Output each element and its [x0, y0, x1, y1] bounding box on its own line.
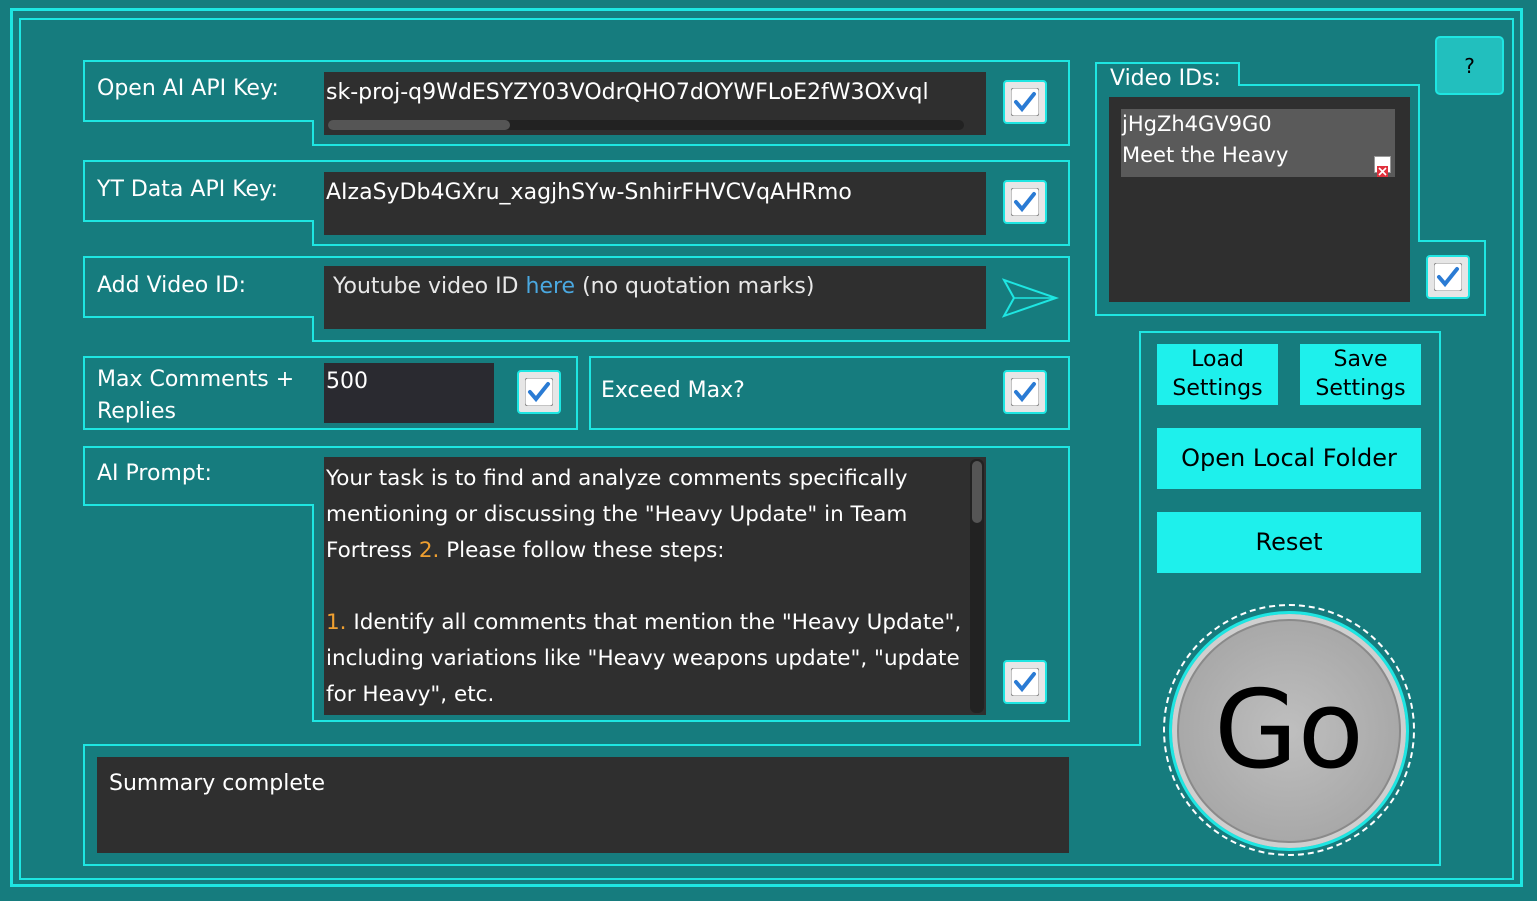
horizontal-scrollbar[interactable] — [328, 120, 964, 130]
add-video-placeholder-tail: (no quotation marks) — [575, 274, 815, 299]
openai-key-value: sk-proj-q9WdESYZY03VOdrQHO7dOYWFLoE2fW3O… — [326, 80, 929, 105]
ai-prompt-textarea[interactable]: Your task is to find and analyze comment… — [324, 457, 986, 715]
video-list-item[interactable]: jHgZh4GV9G0 Meet the Heavy — [1121, 109, 1395, 177]
checkmark-icon — [1011, 188, 1039, 216]
remove-icon — [1377, 166, 1388, 177]
prompt-paragraph: Your task is to find and analyze comment… — [326, 461, 966, 569]
add-video-send-button[interactable] — [1000, 276, 1060, 320]
add-video-label: Add Video ID: — [97, 273, 247, 298]
ai-prompt-checkbox[interactable] — [1003, 660, 1047, 704]
scrollbar-thumb[interactable] — [972, 461, 982, 523]
exceed-max-label: Exceed Max? — [601, 378, 745, 403]
video-id: jHgZh4GV9G0 — [1122, 112, 1272, 136]
go-button[interactable]: Go — [1169, 611, 1409, 851]
checkmark-icon — [1011, 668, 1039, 696]
help-button[interactable]: ? — [1435, 36, 1504, 95]
add-video-input[interactable]: Youtube video ID here (no quotation mark… — [324, 266, 986, 329]
reset-button[interactable]: Reset — [1157, 512, 1421, 573]
save-settings-button[interactable]: Save Settings — [1300, 344, 1421, 405]
prompt-step-number: 1. — [326, 610, 347, 635]
yt-key-input[interactable]: AIzaSyDb4GXru_xagjhSYw-SnhirFHVCVqAHRmo — [324, 172, 986, 235]
openai-key-label: Open AI API Key: — [97, 76, 279, 101]
checkmark-icon — [1434, 263, 1462, 291]
prompt-text-tail: Please follow these steps: — [439, 538, 725, 563]
checkmark-icon — [525, 378, 553, 406]
load-settings-button[interactable]: Load Settings — [1157, 344, 1278, 405]
ai-prompt-label: AI Prompt: — [97, 461, 212, 486]
openai-key-checkbox[interactable] — [1003, 80, 1047, 124]
yt-key-label: YT Data API Key: — [97, 177, 278, 202]
video-ids-label: Video IDs: — [1110, 66, 1221, 91]
here-link[interactable]: here — [526, 274, 576, 299]
max-comments-value: 500 — [326, 369, 368, 394]
video-title: Meet the Heavy — [1122, 143, 1289, 167]
openai-key-input[interactable]: sk-proj-q9WdESYZY03VOdrQHO7dOYWFLoE2fW3O… — [324, 72, 986, 135]
prompt-number: 2. — [418, 538, 440, 563]
checkmark-icon — [1011, 378, 1039, 406]
vertical-scrollbar[interactable] — [970, 459, 984, 713]
yt-key-value: AIzaSyDb4GXru_xagjhSYw-SnhirFHVCVqAHRmo — [326, 180, 852, 205]
video-ids-checkbox[interactable] — [1426, 255, 1470, 299]
status-output: Summary complete — [97, 757, 1069, 853]
yt-key-checkbox[interactable] — [1003, 180, 1047, 224]
open-local-folder-button[interactable]: Open Local Folder — [1157, 428, 1421, 489]
prompt-step: 1. Identify all comments that mention th… — [326, 605, 966, 713]
add-video-placeholder: Youtube video ID — [333, 274, 526, 299]
scrollbar-thumb[interactable] — [328, 120, 510, 130]
checkmark-icon — [1011, 88, 1039, 116]
arrow-send-icon — [1001, 278, 1060, 318]
max-comments-input[interactable]: 500 — [324, 363, 494, 423]
max-comments-checkbox[interactable] — [517, 370, 561, 414]
status-text: Summary complete — [109, 771, 326, 796]
prompt-step-text: Identify all comments that mention the "… — [326, 610, 962, 707]
exceed-max-checkbox[interactable] — [1003, 370, 1047, 414]
max-comments-label: Max Comments + Replies — [97, 367, 295, 424]
video-ids-list: jHgZh4GV9G0 Meet the Heavy — [1109, 97, 1410, 302]
remove-video-button[interactable] — [1374, 156, 1391, 177]
